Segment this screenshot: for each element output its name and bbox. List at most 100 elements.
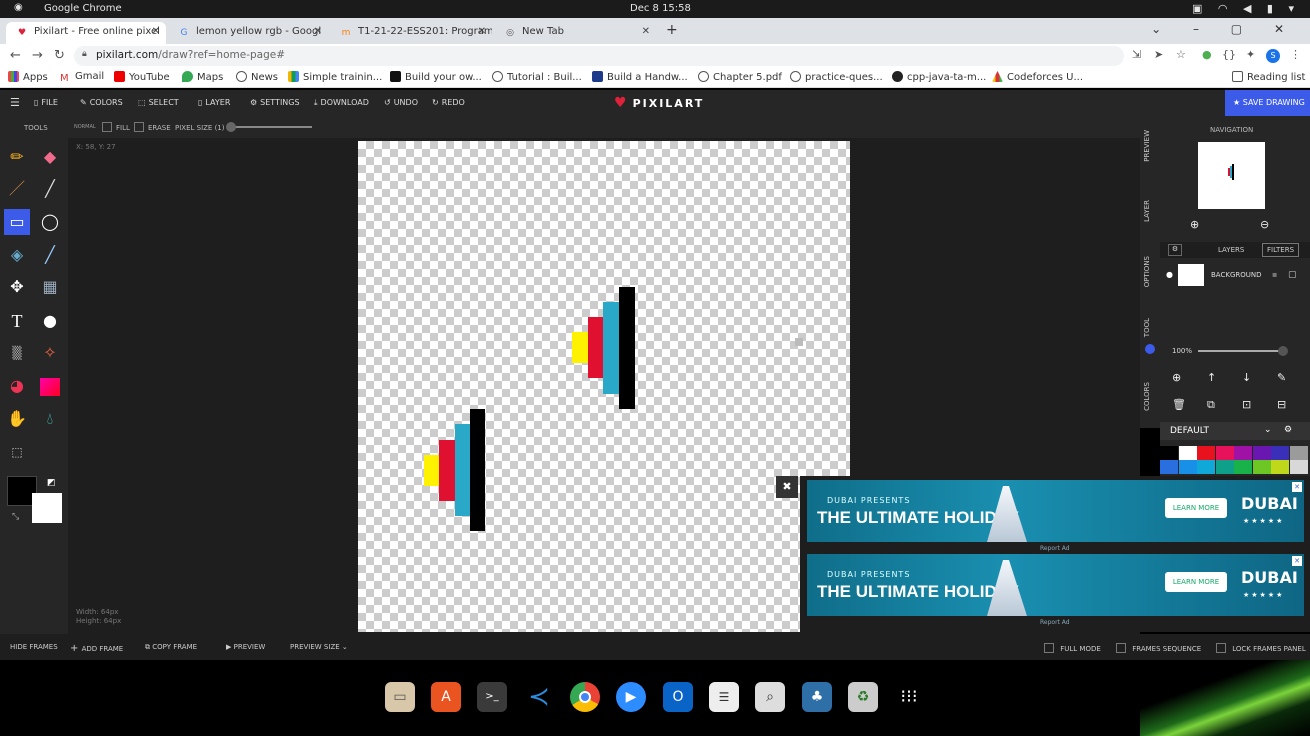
bookmark-simple-training[interactable]: Simple trainin... — [288, 71, 382, 83]
menu-download[interactable]: ⤓ DOWNLOAD — [314, 98, 369, 108]
pixel-canvas[interactable] — [358, 141, 850, 632]
brush-tool-icon[interactable]: ／ — [4, 176, 30, 202]
palette-swatch[interactable] — [1178, 460, 1197, 474]
eye-visibility-icon[interactable]: ● — [1166, 270, 1173, 279]
bookmark-build-handwriting[interactable]: Build a Handw... — [592, 71, 688, 83]
system-tray-icons[interactable]: ▣ ◠ ◀ ▮ ▾ — [1192, 2, 1300, 15]
move-layer-up-icon[interactable]: ↑ — [1207, 371, 1216, 384]
merge-layer-icon[interactable]: ⊡ — [1242, 398, 1251, 411]
tab-new-tab[interactable]: ◎ New Tab ✕ — [494, 22, 656, 44]
water-drop-icon[interactable]: 💧︎ — [37, 406, 63, 432]
bookmark-news[interactable]: News — [236, 71, 278, 83]
tab-colors[interactable]: COLORS — [1143, 382, 1151, 411]
zoom-out-icon[interactable]: ⊖ — [1260, 218, 1269, 231]
ad-banner[interactable]: DUBAI PRESENTS THE ULTIMATE HOLIDAY LEAR… — [807, 480, 1304, 542]
reset-colors-icon[interactable]: ⤡ — [12, 512, 19, 522]
pencil-icon[interactable]: ✏ — [4, 144, 30, 170]
back-arrow-icon[interactable]: ← — [10, 48, 21, 63]
new-tab-plus-icon[interactable]: + — [666, 22, 678, 38]
pixel-size-slider[interactable] — [226, 122, 312, 132]
bookmark-practice-questions[interactable]: practice-ques... — [790, 71, 883, 83]
palette-swatch[interactable] — [1160, 460, 1178, 474]
trash-icon[interactable]: ♻ — [848, 682, 878, 712]
reload-icon[interactable]: ↻ — [54, 48, 65, 63]
hide-frames-button[interactable]: HIDE FRAMES — [10, 643, 58, 651]
move-layer-down-icon[interactable]: ↓ — [1242, 371, 1251, 384]
swap-colors-icon[interactable]: ◩ — [47, 478, 56, 488]
chrome-icon[interactable] — [570, 682, 600, 712]
fill-bucket-icon[interactable]: ◈ — [4, 242, 30, 268]
pixilart-logo[interactable]: ♥ PIXILART — [614, 95, 704, 111]
blend-mode-label[interactable]: NORMAL — [74, 124, 96, 130]
terminal-icon[interactable]: >_ — [477, 682, 507, 712]
profile-avatar[interactable]: S — [1266, 49, 1280, 63]
palette-swatch[interactable] — [1252, 460, 1271, 474]
activities-icon[interactable]: ◉ — [14, 2, 23, 13]
bookmark-apps[interactable]: Apps — [8, 71, 48, 83]
image-search-icon[interactable]: ⌕ — [755, 682, 785, 712]
stamp-tool-icon[interactable]: ✧ — [37, 340, 63, 366]
reading-list[interactable]: Reading list — [1232, 71, 1305, 83]
crop-tool-icon[interactable]: ▦ — [37, 274, 63, 300]
extension-braces-icon[interactable]: {} — [1222, 48, 1236, 61]
palette-swatch[interactable] — [1160, 446, 1178, 460]
rectangle-tool-icon[interactable]: ▭ — [4, 209, 30, 235]
outlook-icon[interactable]: O — [663, 682, 693, 712]
close-ad-icon[interactable]: ✖ — [776, 476, 798, 498]
copy-frame-button[interactable]: ⧉ COPY FRAME — [145, 643, 197, 652]
tab-options[interactable]: OPTIONS — [1143, 256, 1151, 287]
palette-swatch[interactable] — [1234, 446, 1252, 460]
os-clock[interactable]: Dec 8 15:58 — [630, 3, 691, 14]
document-viewer-icon[interactable]: ☰ — [709, 682, 739, 712]
adchoices-icon[interactable]: ✕ — [1292, 556, 1302, 566]
bookmark-youtube[interactable]: YouTube — [114, 71, 170, 83]
app-center-icon[interactable]: A — [431, 682, 461, 712]
bookmark-codeforces[interactable]: Codeforces U... — [992, 71, 1083, 83]
layer-toggle-icon[interactable]: ▢ — [1288, 270, 1297, 280]
dither-tool-icon[interactable]: ▒ — [4, 340, 30, 366]
photo-app-icon[interactable]: ♣ — [802, 682, 832, 712]
color-replace-icon[interactable]: ◕ — [4, 373, 30, 399]
window-controls[interactable]: ⌄ – ▢ ✕ — [1151, 22, 1298, 36]
edit-layer-icon[interactable]: ✎ — [1277, 371, 1286, 384]
palette-swatch[interactable] — [1215, 460, 1234, 474]
preview-size-dropdown[interactable]: PREVIEW SIZE ⌄ — [290, 643, 348, 651]
palette-selector[interactable]: DEFAULT ⌄ ⚙ — [1160, 422, 1310, 440]
palette-swatch[interactable] — [1234, 460, 1252, 474]
tab-moodle[interactable]: m T1-21-22-ESS201: Program ✕ — [330, 22, 492, 44]
bookmark-chapter5[interactable]: Chapter 5.pdf — [698, 71, 782, 83]
close-tab-icon[interactable]: ✕ — [478, 26, 486, 37]
zoom-in-icon[interactable]: ⊕ — [1190, 218, 1199, 231]
lock-frames-checkbox[interactable]: LOCK FRAMES PANEL — [1216, 643, 1306, 653]
add-layer-icon[interactable]: ⊕ — [1172, 371, 1181, 384]
ad-banner[interactable]: DUBAI PRESENTS THE ULTIMATE HOLIDAY LEAR… — [807, 554, 1304, 616]
url-input[interactable]: 🔒︎ pixilart.com/draw?ref=home-page# — [74, 46, 1124, 66]
preview-button[interactable]: ▶ PREVIEW — [226, 643, 265, 651]
close-tab-icon[interactable]: ✕ — [152, 26, 160, 37]
palette-swatch[interactable] — [1271, 446, 1289, 460]
tab-lemon-yellow[interactable]: G lemon yellow rgb - Googl ✕ — [168, 22, 328, 44]
tab-pixilart[interactable]: ♥ Pixilart - Free online pixel ✕ — [6, 22, 166, 44]
bookmark-cpp-java[interactable]: cpp-java-ta-m... — [892, 71, 986, 83]
os-app-name[interactable]: Google Chrome — [44, 3, 122, 14]
fill-checkbox[interactable]: FILL — [102, 122, 130, 132]
text-tool-icon[interactable]: T — [4, 308, 30, 334]
palette-swatch[interactable] — [1178, 446, 1197, 460]
send-icon[interactable]: ➤ — [1154, 48, 1163, 61]
tab-tool[interactable]: TOOL — [1143, 318, 1151, 337]
palette-swatch[interactable] — [1289, 460, 1308, 474]
learn-more-button[interactable]: LEARN MORE — [1165, 498, 1227, 518]
vscode-icon[interactable]: ≺ — [524, 682, 554, 712]
bookmark-maps[interactable]: Maps — [182, 71, 223, 83]
close-tab-icon[interactable]: ✕ — [642, 26, 650, 37]
eyedropper-icon[interactable]: ╱ — [37, 242, 63, 268]
filters-button[interactable]: FILTERS — [1262, 243, 1300, 257]
menu-colors[interactable]: ✎ COLORS — [80, 98, 123, 107]
zoom-icon[interactable]: ▶ — [616, 682, 646, 712]
full-mode-checkbox[interactable]: FULL MODE — [1044, 643, 1101, 653]
menu-file[interactable]: ▯ FILE — [34, 98, 58, 107]
save-drawing-button[interactable]: ★ SAVE DRAWING — [1225, 90, 1310, 116]
close-tab-icon[interactable]: ✕ — [314, 26, 322, 37]
duplicate-layer-icon[interactable]: ⧉ — [1207, 398, 1215, 412]
layer-lock-icon[interactable]: ▪ — [1272, 270, 1277, 279]
